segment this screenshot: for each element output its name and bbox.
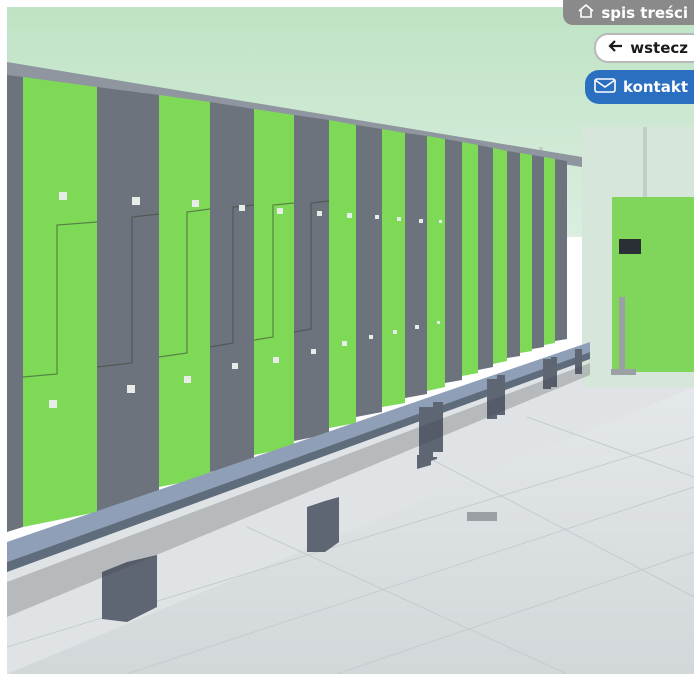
back-button[interactable]: wstecz — [594, 33, 694, 63]
locker-room-photo — [7, 7, 694, 674]
house-icon — [577, 3, 595, 23]
toc-label: spis treści — [601, 3, 688, 22]
contact-label: kontakt — [623, 78, 688, 96]
arrow-left-icon — [608, 39, 624, 57]
contact-button[interactable]: kontakt — [585, 70, 694, 104]
toc-button[interactable]: spis treści — [563, 0, 694, 25]
envelope-icon — [593, 75, 617, 99]
back-label: wstecz — [630, 39, 688, 57]
